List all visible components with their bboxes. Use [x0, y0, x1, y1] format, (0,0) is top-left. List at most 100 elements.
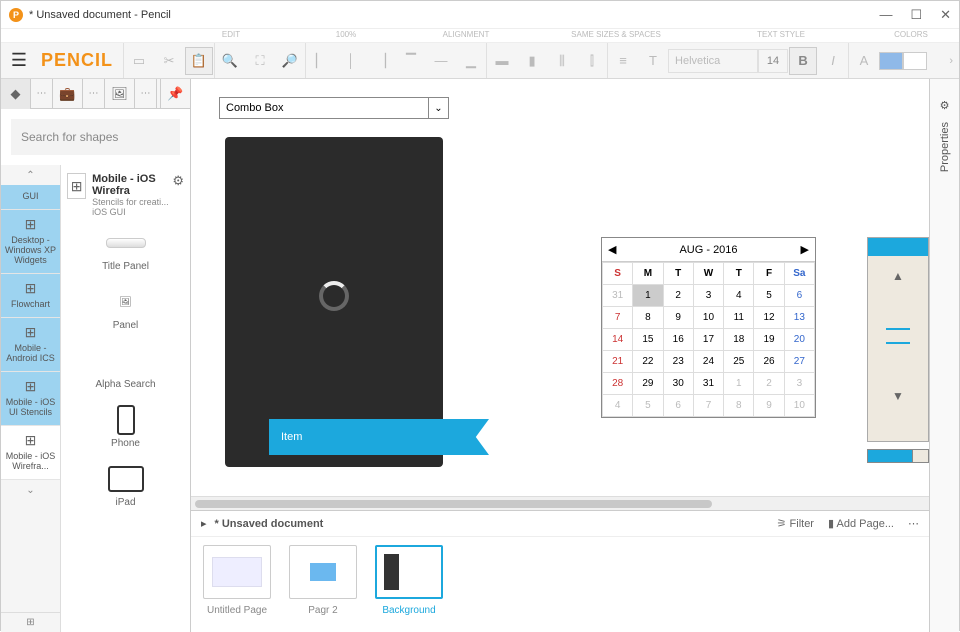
stepper-down-icon[interactable]: ▼	[868, 376, 928, 416]
same-height-button[interactable]: ▮	[518, 47, 546, 75]
add-page-button[interactable]: ▮ Add Page...	[828, 517, 894, 530]
calendar-next-icon[interactable]: ▶	[801, 243, 809, 256]
category-gui[interactable]: GUI	[1, 185, 60, 210]
shapes-tab-more[interactable]: ⋯	[31, 79, 53, 109]
images-tab-more[interactable]: ⋯	[135, 79, 157, 109]
category-winxp[interactable]: ⊞Desktop - Windows XP Widgets	[1, 210, 60, 274]
menu-button[interactable]: ☰	[1, 50, 37, 71]
category-ios-wireframe[interactable]: ⊞Mobile - iOS Wirefra...	[1, 426, 60, 480]
cat-scroll-up[interactable]: ⌃	[1, 165, 60, 185]
brand-logo: PENCIL	[41, 50, 113, 71]
align-center-button[interactable]: │	[337, 47, 365, 75]
align-middle-button[interactable]: ―	[427, 47, 455, 75]
horizontal-scrollbar[interactable]	[191, 496, 929, 510]
images-tab[interactable]: 🖼	[105, 79, 135, 109]
category-ios-stencils[interactable]: ⊞Mobile - iOS UI Stencils	[1, 372, 60, 426]
progress-shape[interactable]	[867, 449, 929, 463]
page-thumbnails: Untitled Page Pagr 2 Background	[191, 536, 929, 632]
calendar-title: AUG - 2016	[679, 244, 737, 256]
stepper-up-icon[interactable]: ▲	[868, 256, 928, 296]
collection-icon: ⊞	[67, 173, 86, 199]
cut-button[interactable]: ✂	[155, 47, 183, 75]
chevron-down-icon[interactable]: ⌄	[428, 98, 448, 118]
gear-icon[interactable]: ⚙	[172, 173, 184, 217]
cat-grid-button[interactable]: ⊞	[1, 612, 60, 632]
category-android[interactable]: ⊞Mobile - Android ICS	[1, 318, 60, 372]
collection-title: Mobile - iOS Wirefra	[92, 173, 172, 197]
title-bar: P * Unsaved document - Pencil — ☐ ✕	[1, 1, 959, 29]
ribbon-shape[interactable]: Item	[269, 419, 489, 455]
minimize-button[interactable]: —	[879, 7, 892, 23]
header-align: ALIGNMENT	[391, 29, 541, 42]
italic-button[interactable]: I	[819, 47, 847, 75]
combo-box-shape[interactable]: Combo Box ⌄	[219, 97, 449, 119]
bold-button[interactable]: B	[789, 47, 817, 75]
header-text: TEXT STYLE	[691, 29, 871, 42]
shape-panel[interactable]: 🖼 Panel	[61, 280, 190, 339]
properties-panel-collapsed[interactable]: ⚙ Properties	[929, 79, 959, 632]
copy-button[interactable]: ▭	[125, 47, 153, 75]
align-bottom-button[interactable]: ▁	[457, 47, 485, 75]
main-toolbar: ☰ PENCIL ▭ ✂ 📋 🔍 ⛶ 🔎 ▏ │ ▕ ▔ ― ▁ ▬ ▮ ⫼ ⫿…	[1, 43, 959, 79]
header-colors: COLORS	[871, 29, 951, 42]
header-same: SAME SIZES & SPACES	[541, 29, 691, 42]
toolbar-header: EDIT 100% ALIGNMENT SAME SIZES & SPACES …	[1, 29, 959, 43]
ribbon-label: Item	[281, 431, 302, 443]
category-flowchart[interactable]: ⊞Flowchart	[1, 274, 60, 318]
text-dec-button[interactable]: T	[639, 47, 667, 75]
shapes-tab[interactable]: ◆	[1, 79, 31, 109]
spinner-icon	[319, 281, 349, 311]
canvas-area: Combo Box ⌄ Item ◀ AUG - 2016 ▶ SMTWTFSa	[191, 79, 929, 632]
same-width-button[interactable]: ▬	[488, 47, 516, 75]
font-size-input[interactable]: 14	[758, 49, 788, 73]
font-name-select[interactable]: Helvetica	[668, 49, 758, 73]
zoom-out-button[interactable]: 🔎	[276, 47, 304, 75]
filter-button[interactable]: ⚞ Filter	[777, 517, 814, 530]
document-title: * Unsaved document	[215, 518, 324, 530]
align-right-button[interactable]: ▕	[367, 47, 395, 75]
loading-card-shape[interactable]	[225, 137, 443, 467]
distribute-v-button[interactable]: ⫿	[578, 47, 606, 75]
shape-ipad[interactable]: iPad	[61, 457, 190, 516]
align-left-button[interactable]: ▏	[307, 47, 335, 75]
align-top-button[interactable]: ▔	[397, 47, 425, 75]
clipart-tab[interactable]: 💼	[53, 79, 83, 109]
shape-title-panel[interactable]: Title Panel	[61, 221, 190, 280]
shape-phone[interactable]: Phone	[61, 398, 190, 457]
maximize-button[interactable]: ☐	[910, 7, 922, 23]
header-zoom: 100%	[301, 29, 391, 42]
stroke-color-swatch[interactable]	[903, 52, 927, 70]
toolbar-overflow-button[interactable]: ›	[943, 55, 959, 67]
close-button[interactable]: ✕	[940, 7, 951, 23]
header-edit: EDIT	[161, 29, 301, 42]
calendar-grid: SMTWTFSa 31123456 78910111213 1415161718…	[602, 262, 815, 417]
clipart-tab-more[interactable]: ⋯	[83, 79, 105, 109]
properties-label: Properties	[939, 122, 951, 172]
app-icon: P	[9, 8, 23, 22]
properties-icon: ⚙	[940, 99, 950, 112]
calendar-prev-icon[interactable]: ◀	[608, 243, 616, 256]
paste-button[interactable]: 📋	[185, 47, 213, 75]
window-title: * Unsaved document - Pencil	[29, 9, 171, 21]
zoom-in-button[interactable]: 🔍	[216, 47, 244, 75]
collection-desc: Stencils for creati... iOS GUI	[92, 197, 172, 217]
text-color-button[interactable]: A	[850, 47, 878, 75]
page-thumb-pagr2[interactable]: Pagr 2	[287, 545, 359, 624]
cat-scroll-down[interactable]: ⌄	[1, 480, 60, 500]
calendar-shape[interactable]: ◀ AUG - 2016 ▶ SMTWTFSa 31123456 7891011…	[601, 237, 816, 418]
distribute-h-button[interactable]: ⫼	[548, 47, 576, 75]
search-input[interactable]: Search for shapes	[11, 119, 180, 155]
pages-menu-button[interactable]: ⋯	[908, 517, 919, 530]
pages-bar: ▸ * Unsaved document ⚞ Filter ▮ Add Page…	[191, 510, 929, 536]
pin-panel-button[interactable]: 📌	[160, 79, 190, 109]
text-left-button[interactable]: ≡	[609, 47, 637, 75]
combo-box-label: Combo Box	[226, 102, 283, 114]
pages-collapse-icon[interactable]: ▸	[201, 517, 207, 530]
fill-color-swatch[interactable]	[879, 52, 903, 70]
page-thumb-background[interactable]: Background	[373, 545, 445, 624]
page-thumb-untitled[interactable]: Untitled Page	[201, 545, 273, 624]
shape-alpha-search[interactable]: Alpha Search	[61, 339, 190, 398]
canvas-view[interactable]: Combo Box ⌄ Item ◀ AUG - 2016 ▶ SMTWTFSa	[191, 79, 929, 496]
zoom-fit-button[interactable]: ⛶	[246, 47, 274, 75]
stepper-shape[interactable]: ▲ ▼	[867, 237, 929, 442]
